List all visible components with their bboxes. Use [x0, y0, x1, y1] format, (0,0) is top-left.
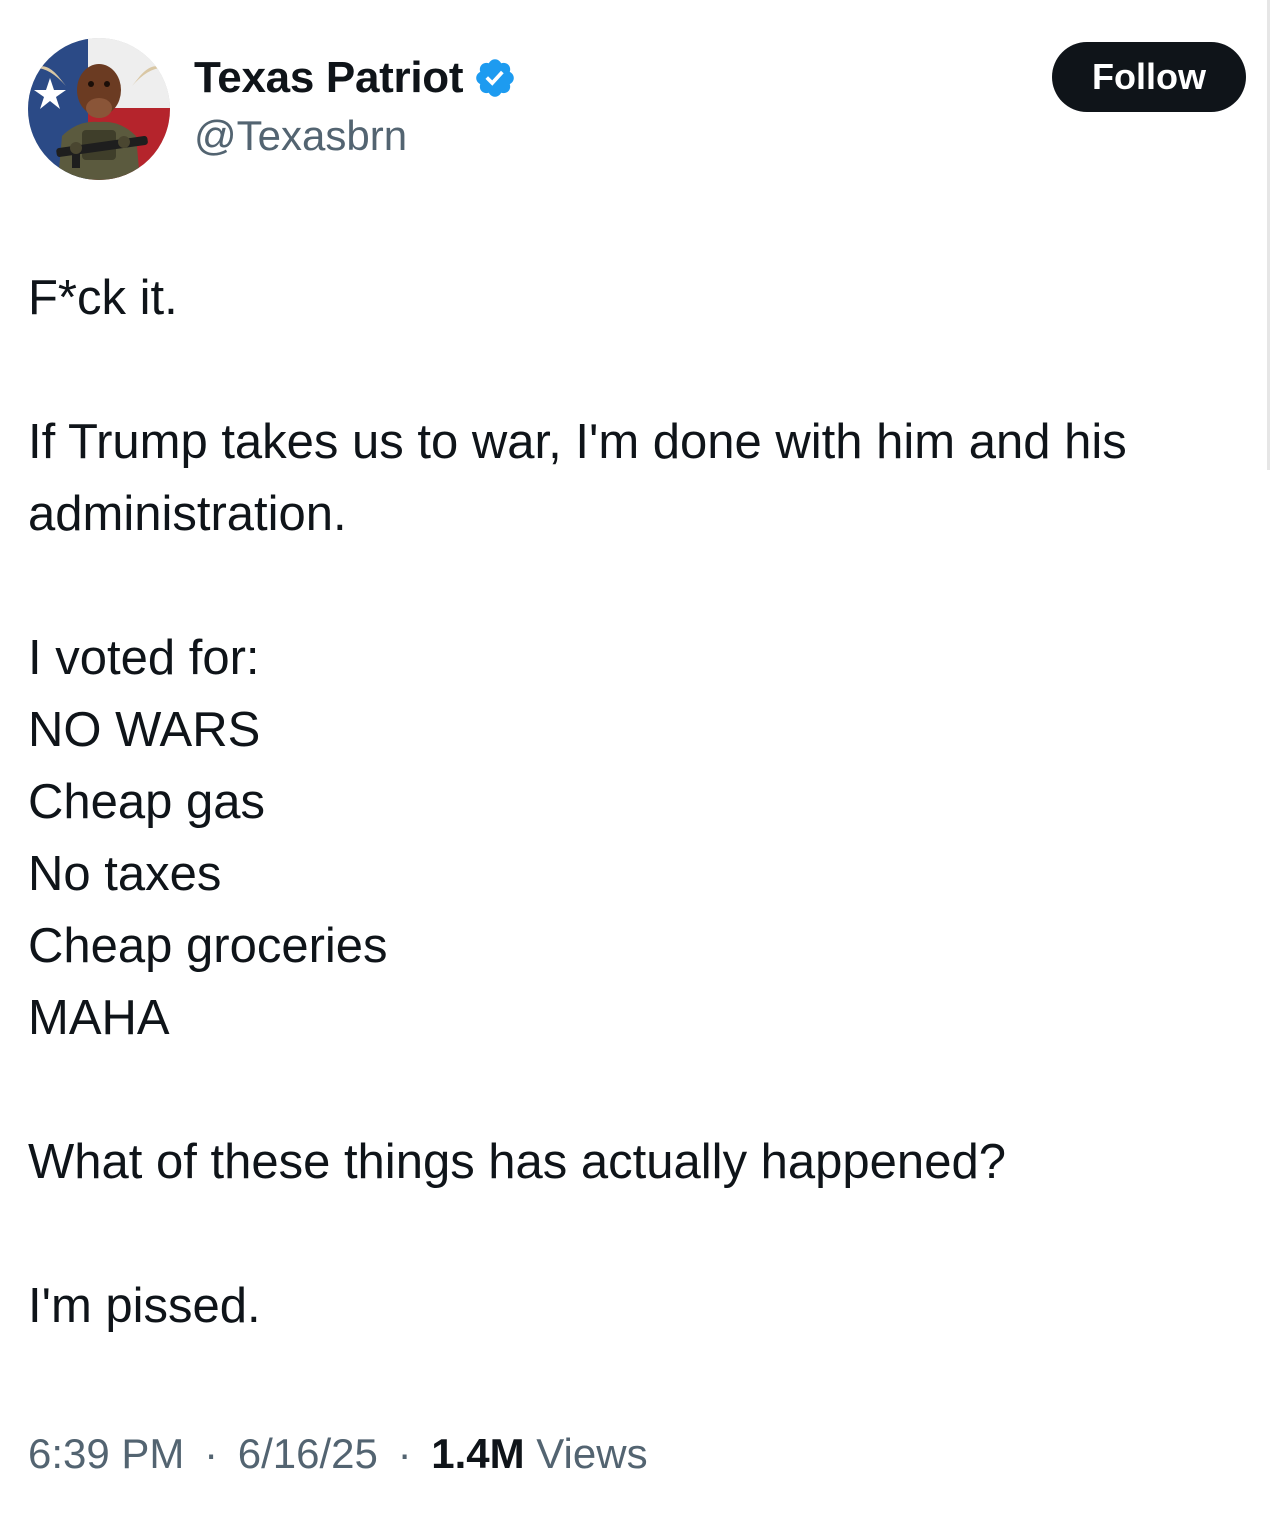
paragraph-4: What of these things has actually happen…: [28, 1126, 1258, 1198]
paragraph-3: I voted for: NO WARS Cheap gas No taxes …: [28, 622, 1258, 1054]
display-name[interactable]: Texas Patriot: [194, 53, 463, 103]
avatar[interactable]: [28, 38, 170, 180]
list-item: MAHA: [28, 991, 170, 1045]
views-label: Views: [536, 1430, 648, 1477]
text-line: F*ck it.: [28, 271, 178, 325]
paragraph-1: F*ck it.: [28, 262, 1258, 334]
tweet-time[interactable]: 6:39 PM: [28, 1430, 184, 1477]
tweet-header: Texas Patriot @Texasbrn Follow: [28, 36, 1246, 182]
list-item: Cheap gas: [28, 775, 266, 829]
tweet-card: Texas Patriot @Texasbrn Follow F*ck it. …: [0, 0, 1274, 1526]
bull-soldier-avatar-icon: [28, 38, 170, 180]
text-line: I'm pissed.: [28, 1279, 261, 1333]
list-item: No taxes: [28, 847, 222, 901]
text-line: I voted for:: [28, 631, 260, 685]
paragraph-5: I'm pissed.: [28, 1270, 1258, 1342]
scrollbar[interactable]: [1267, 0, 1270, 470]
verified-badge-icon: [473, 56, 517, 100]
text-line: If Trump takes us to war, I'm done with …: [28, 415, 1127, 469]
tweet-date[interactable]: 6/16/25: [238, 1430, 378, 1477]
tweet-meta: 6:39 PM · 6/16/25 · 1.4M Views: [28, 1430, 648, 1478]
list-item: NO WARS: [28, 703, 261, 757]
separator: ·: [397, 1430, 412, 1477]
follow-button[interactable]: Follow: [1052, 42, 1246, 112]
author-names: Texas Patriot @Texasbrn: [194, 50, 517, 160]
tweet-text: F*ck it. If Trump takes us to war, I'm d…: [28, 262, 1258, 1342]
paragraph-2: If Trump takes us to war, I'm done with …: [28, 406, 1258, 550]
display-name-row: Texas Patriot: [194, 50, 517, 106]
text-line: What of these things has actually happen…: [28, 1135, 1006, 1189]
list-item: Cheap groceries: [28, 919, 388, 973]
author-handle[interactable]: @Texasbrn: [194, 112, 517, 160]
separator: ·: [204, 1430, 219, 1477]
views-count: 1.4M: [431, 1430, 525, 1477]
text-line: administration.: [28, 487, 347, 541]
